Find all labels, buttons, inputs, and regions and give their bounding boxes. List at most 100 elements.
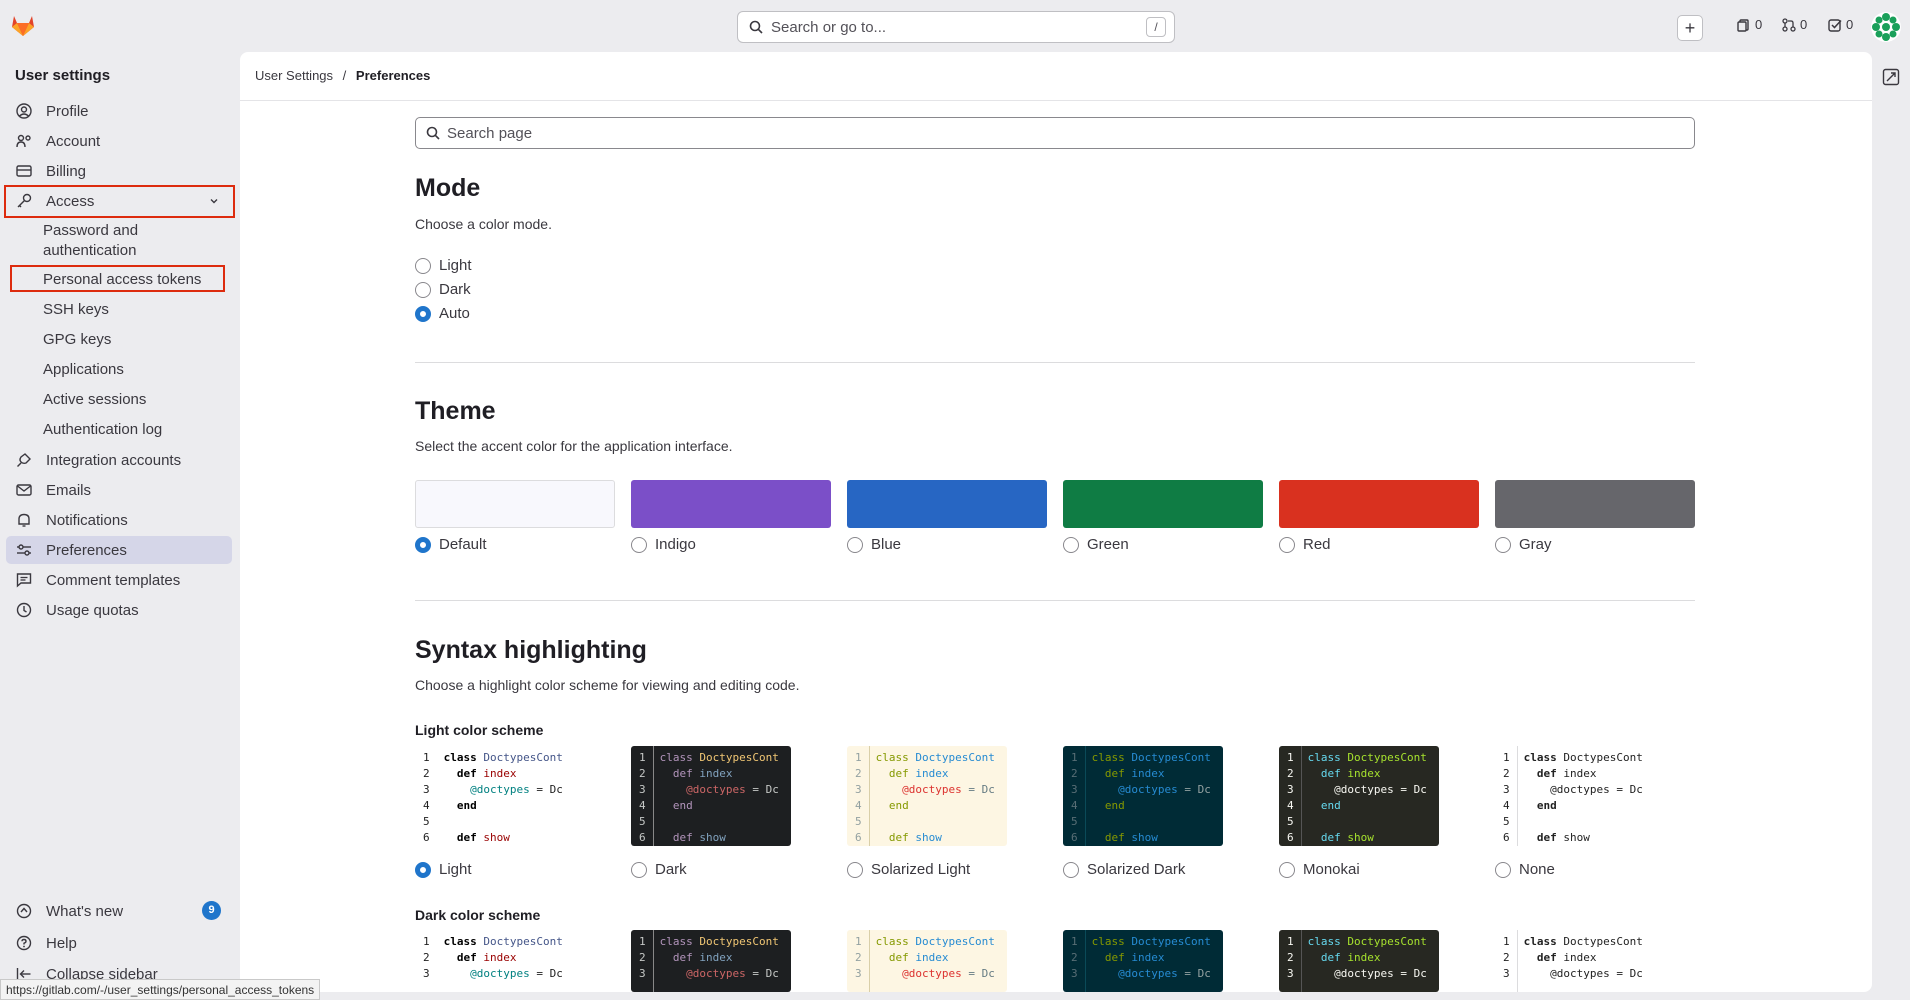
code-line: 1 class DoctypesCont: [1287, 935, 1427, 948]
create-new-button[interactable]: +: [1677, 15, 1703, 41]
radio-label: Dark: [439, 281, 471, 298]
code-preview-dark[interactable]: 1 class DoctypesCont 2 def index 3 @doctyp…: [631, 930, 791, 992]
status-bar-url: https://gitlab.com/-/user_settings/perso…: [0, 979, 321, 1000]
code-preview-monokai[interactable]: 1 class DoctypesCont 2 def index 3 @doctyp…: [1279, 746, 1439, 846]
todos-count: 0: [1846, 17, 1854, 32]
breadcrumb-separator: /: [342, 68, 347, 83]
search-page-input[interactable]: Search page: [415, 117, 1695, 149]
radio-button[interactable]: [631, 861, 647, 878]
credit-card-icon: [14, 161, 34, 181]
radio-button[interactable]: [847, 861, 863, 878]
syntax-radio-light[interactable]: Light: [415, 861, 472, 878]
global-search-placeholder: Search or go to...: [771, 18, 887, 36]
issues-counter[interactable]: 0: [1737, 17, 1762, 32]
code-line: 2 def index: [1503, 767, 1597, 780]
sidebar-item-profile[interactable]: Profile: [6, 97, 232, 125]
sidebar-item-authentication-log[interactable]: Authentication log: [43, 420, 162, 440]
theme-radio-green[interactable]: Green: [1063, 536, 1129, 553]
search-icon: [426, 126, 440, 140]
theme-radio-red[interactable]: Red: [1279, 536, 1331, 553]
breadcrumb-preferences[interactable]: Preferences: [356, 68, 430, 83]
sidebar-item-ssh-keys[interactable]: SSH keys: [43, 300, 109, 320]
mode-radio-light[interactable]: Light: [415, 257, 472, 274]
search-icon: [749, 20, 763, 34]
sidebar-item-emails[interactable]: Emails: [6, 476, 232, 504]
theme-swatch-default[interactable]: [415, 480, 615, 528]
preferences-icon: [14, 540, 34, 560]
code-line: 2 def index: [855, 767, 949, 780]
sidebar-item-comment-templates[interactable]: Comment templates: [6, 566, 232, 594]
merge-requests-counter[interactable]: 0: [1782, 17, 1807, 32]
sidebar-item-preferences[interactable]: Preferences: [6, 536, 232, 564]
radio-label: Indigo: [655, 536, 696, 553]
syntax-radio-dark[interactable]: Dark: [631, 861, 687, 878]
code-gutter-line: [653, 746, 654, 846]
radio-button[interactable]: [1063, 861, 1079, 878]
code-line: 1 class DoctypesCont: [855, 751, 995, 764]
theme-radio-blue[interactable]: Blue: [847, 536, 901, 553]
code-preview-solarized-dark[interactable]: 1 class DoctypesCont 2 def index 3 @doctyp…: [1063, 746, 1223, 846]
radio-button[interactable]: [415, 257, 431, 274]
breadcrumb-user-settings[interactable]: User Settings: [255, 68, 333, 83]
code-preview-monokai[interactable]: 1 class DoctypesCont 2 def index 3 @doctyp…: [1279, 930, 1439, 992]
mode-radio-dark[interactable]: Dark: [415, 281, 471, 298]
syntax-radio-none[interactable]: None: [1495, 861, 1555, 878]
gitlab-logo-icon[interactable]: [10, 12, 36, 38]
radio-button[interactable]: [1279, 536, 1295, 553]
radio-button[interactable]: [631, 536, 647, 553]
user-avatar-icon[interactable]: [1871, 12, 1901, 42]
radio-button[interactable]: [415, 861, 431, 878]
sidebar-item-billing[interactable]: Billing: [6, 157, 232, 185]
sidebar-item-help[interactable]: Help: [6, 929, 232, 957]
theme-swatch-indigo[interactable]: [631, 480, 831, 528]
theme-radio-indigo[interactable]: Indigo: [631, 536, 696, 553]
theme-swatch-green[interactable]: [1063, 480, 1263, 528]
code-preview-solarized-dark[interactable]: 1 class DoctypesCont 2 def index 3 @doctyp…: [1063, 930, 1223, 992]
code-line: 1 class DoctypesCont: [423, 935, 563, 948]
code-line: 3 @doctypes = Dc: [1503, 783, 1643, 796]
theme-radio-default[interactable]: Default: [415, 536, 487, 553]
light-scheme-heading: Light color scheme: [415, 722, 544, 738]
code-preview-none[interactable]: 1 class DoctypesCont 2 def index 3 @doctyp…: [1495, 746, 1655, 846]
code-preview-none[interactable]: 1 class DoctypesCont 2 def index 3 @doctyp…: [1495, 930, 1655, 992]
sidebar-item-notifications[interactable]: Notifications: [6, 506, 232, 534]
radio-button[interactable]: [415, 305, 431, 322]
radio-button[interactable]: [1495, 536, 1511, 553]
syntax-radio-monokai[interactable]: Monokai: [1279, 861, 1360, 878]
global-search-input[interactable]: Search or go to... /: [737, 11, 1175, 43]
sidebar-item-usage-quotas[interactable]: Usage quotas: [6, 596, 232, 624]
code-preview-solarized-light[interactable]: 1 class DoctypesCont 2 def index 3 @doctyp…: [847, 746, 1007, 846]
code-preview-solarized-light[interactable]: 1 class DoctypesCont 2 def index 3 @doctyp…: [847, 930, 1007, 992]
sidebar-item-gpg-keys[interactable]: GPG keys: [43, 330, 111, 350]
sidebar-item-password-authentication[interactable]: Password and authentication: [43, 221, 163, 261]
theme-swatch-gray[interactable]: [1495, 480, 1695, 528]
plus-icon: +: [1684, 17, 1696, 38]
radio-button[interactable]: [1063, 536, 1079, 553]
code-preview-light[interactable]: 1 class DoctypesCont 2 def index 3 @doctyp…: [415, 930, 575, 992]
code-line: 6 def show: [423, 831, 510, 844]
radio-button[interactable]: [1495, 861, 1511, 878]
sidebar-item-whats-new[interactable]: What's new: [6, 897, 232, 925]
todos-counter[interactable]: 0: [1828, 17, 1853, 32]
sidebar-item-integration-accounts[interactable]: Integration accounts: [6, 446, 232, 474]
radio-button[interactable]: [415, 281, 431, 298]
radio-button[interactable]: [415, 536, 431, 553]
sidebar-item-applications[interactable]: Applications: [43, 360, 124, 380]
toggle-panel-icon[interactable]: [1882, 68, 1900, 86]
theme-swatch-blue[interactable]: [847, 480, 1047, 528]
sidebar-item-label: Account: [46, 132, 101, 150]
syntax-heading: Syntax highlighting: [415, 636, 647, 664]
theme-radio-gray[interactable]: Gray: [1495, 536, 1552, 553]
mode-radio-auto[interactable]: Auto: [415, 305, 470, 322]
code-preview-dark[interactable]: 1 class DoctypesCont 2 def index 3 @doctyp…: [631, 746, 791, 846]
code-preview-light[interactable]: 1 class DoctypesCont 2 def index 3 @doctyp…: [415, 746, 575, 846]
sidebar-item-active-sessions[interactable]: Active sessions: [43, 390, 146, 410]
syntax-radio-solarized-dark[interactable]: Solarized Dark: [1063, 861, 1185, 878]
sidebar-item-account[interactable]: Account: [6, 127, 232, 155]
syntax-radio-solarized-light[interactable]: Solarized Light: [847, 861, 970, 878]
radio-button[interactable]: [1279, 861, 1295, 878]
code-line: 2 def index: [423, 767, 517, 780]
radio-button[interactable]: [847, 536, 863, 553]
sidebar-item-label: What's new: [46, 902, 124, 920]
theme-swatch-red[interactable]: [1279, 480, 1479, 528]
